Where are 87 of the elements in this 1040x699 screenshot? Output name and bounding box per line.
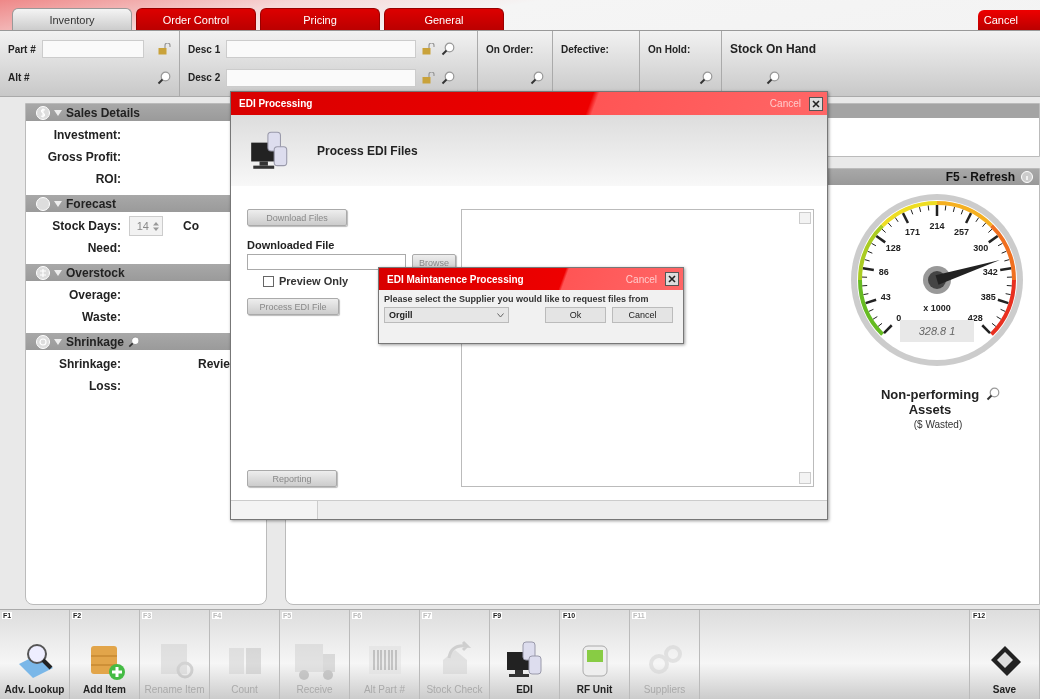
stock-on-hand-label: Stock On Hand xyxy=(730,42,816,57)
tab[interactable]: Inventory xyxy=(12,8,132,30)
tab[interactable]: Pricing xyxy=(260,8,380,30)
gauge-tick-label: 300 xyxy=(973,243,989,254)
field-label: Alt # xyxy=(8,72,30,84)
tab[interactable]: General xyxy=(384,8,504,30)
search-icon[interactable] xyxy=(441,70,456,85)
preview-only-checkbox[interactable]: Preview Only xyxy=(263,275,349,287)
field-label: Downloaded File xyxy=(247,239,335,251)
field-label: Need: xyxy=(86,241,121,255)
collapse-arrow-icon[interactable] xyxy=(54,109,62,116)
gauge-reading: 328.8 1 xyxy=(918,325,956,337)
gauge-tick-label: 0 xyxy=(896,313,902,324)
gauge-multiplier: x 1000 xyxy=(923,303,951,313)
description-field[interactable] xyxy=(226,68,417,87)
gauge-tick-label: 342 xyxy=(982,266,998,277)
downloaded-file-field[interactable] xyxy=(247,254,406,270)
section-icon xyxy=(36,196,50,211)
field-label: Revie xyxy=(198,357,231,371)
toolbar-label: Adv. Lookup xyxy=(4,684,65,695)
cancel-button[interactable]: Cancel xyxy=(612,307,673,323)
dropdown-caret-icon[interactable] xyxy=(497,312,504,318)
stat-label: On Hold: xyxy=(648,43,691,55)
search-icon[interactable] xyxy=(441,42,456,57)
field-label: Investment: xyxy=(52,128,121,142)
field-label: ROI: xyxy=(94,172,121,186)
stock-days-spinner[interactable]: 14 xyxy=(129,216,163,236)
section-icon xyxy=(36,265,50,280)
field-label: Desc 1 xyxy=(188,43,221,55)
close-button[interactable] xyxy=(665,272,679,286)
search-icon[interactable] xyxy=(986,387,1000,401)
gauge-tick-label: 428 xyxy=(967,313,983,324)
gauge-tick-label: 128 xyxy=(885,243,901,254)
refresh-label[interactable]: F5 - Refresh xyxy=(945,170,1015,184)
gauge-title: Non-performing Assets xyxy=(879,387,981,417)
stat-label: On Order: xyxy=(486,43,534,55)
prompt-text: Please select the Supplier you would like to request files from xyxy=(384,294,650,304)
field-label: Shrinkage: xyxy=(58,357,121,371)
field-label: Co xyxy=(183,219,199,233)
search-icon[interactable] xyxy=(766,70,780,85)
lock-icon[interactable] xyxy=(422,71,436,84)
part-number-field[interactable] xyxy=(41,40,144,59)
info-icon[interactable] xyxy=(1021,171,1033,183)
section-title: Sales Details xyxy=(66,105,141,120)
lock-icon[interactable] xyxy=(158,43,171,56)
section-title: Shrinkage xyxy=(66,334,125,349)
gauge-tick-label: 171 xyxy=(904,226,920,237)
field-label: Loss: xyxy=(88,379,121,393)
search-icon[interactable] xyxy=(157,70,171,85)
field-label: Waste: xyxy=(81,310,121,324)
checkbox-label: Preview Only xyxy=(279,275,349,287)
field-label: Desc 2 xyxy=(188,72,221,84)
field-label: Stock Days: xyxy=(51,219,121,233)
toolbar-label: RF Unit xyxy=(576,684,613,695)
cancel-button[interactable]: Cancel xyxy=(977,10,1040,30)
gauge-tick-label: 43 xyxy=(880,291,891,302)
section-title: Forecast xyxy=(66,196,117,211)
search-icon[interactable] xyxy=(530,70,544,85)
gauge-subtitle: ($ Wasted) xyxy=(913,419,963,430)
collapse-arrow-icon[interactable] xyxy=(54,200,62,207)
field-label: Overage: xyxy=(67,288,121,302)
gauge-tick-label: 86 xyxy=(878,266,889,277)
field-label: Gross Profit: xyxy=(46,150,121,164)
ok-button[interactable]: Ok xyxy=(545,307,606,323)
field-label: Part # xyxy=(8,43,36,55)
collapse-arrow-icon[interactable] xyxy=(54,269,62,276)
supplier-dropdown[interactable]: Orgill xyxy=(384,307,509,323)
checkbox[interactable] xyxy=(263,275,274,287)
gauge-tick-label: 257 xyxy=(954,226,970,237)
section-icon xyxy=(36,334,50,349)
dialog-heading: Process EDI Files xyxy=(317,143,418,158)
stat-label: Defective: xyxy=(561,43,609,55)
toolbar-label: Add Item xyxy=(83,684,126,695)
search-icon[interactable] xyxy=(699,70,713,85)
toolbar-label: EDI xyxy=(516,684,533,695)
close-button[interactable] xyxy=(809,96,823,111)
collapse-arrow-icon[interactable] xyxy=(54,338,62,345)
tab[interactable]: Order Control xyxy=(136,8,256,30)
gauge-tick-label: 385 xyxy=(980,291,996,302)
toolbar-label: Save xyxy=(992,684,1017,695)
section-title: Overstock xyxy=(66,265,125,280)
spinner-arrows-icon[interactable] xyxy=(153,221,159,231)
lock-icon[interactable] xyxy=(422,43,436,56)
dialog-title: EDI Maintanence Processing xyxy=(387,273,524,285)
gauge-tick-label: 214 xyxy=(929,221,945,231)
search-icon[interactable] xyxy=(128,335,141,348)
description-field[interactable] xyxy=(226,40,417,59)
